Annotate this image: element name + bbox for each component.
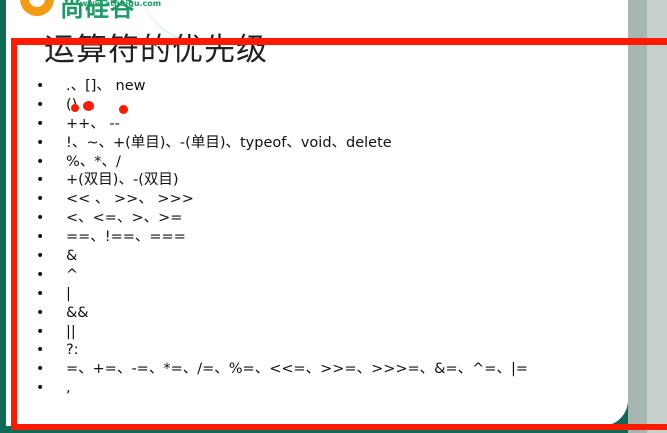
operator-precedence-list: •.、[]、 new•()•++、 --•!、~、+(单目)、-(单目)、typ… bbox=[36, 77, 528, 398]
bullet-icon: • bbox=[36, 96, 45, 113]
list-item: • & bbox=[36, 247, 528, 266]
window-edge-light bbox=[647, 0, 667, 433]
brand-logo: 尚硅谷 www.atguigu.com bbox=[10, 0, 180, 22]
bullet-icon: • bbox=[36, 285, 45, 302]
slide-title: 运算符的优先级 bbox=[44, 32, 268, 68]
bullet-icon: • bbox=[36, 134, 45, 151]
operator-text: =、+=、-=、*=、/=、%=、<<=、>>=、>>>=、&=、^=、|= bbox=[66, 361, 528, 378]
operator-text: !、~、+(单目)、-(单目)、typeof、void、delete bbox=[66, 134, 392, 151]
operator-text: , bbox=[66, 380, 71, 397]
list-item: • ++、 -- bbox=[36, 115, 528, 134]
bullet-icon: • bbox=[36, 115, 45, 132]
list-item: •, bbox=[36, 379, 528, 398]
list-item: • <、<=、>、>= bbox=[36, 209, 528, 228]
list-item: • %、*、/ bbox=[36, 153, 528, 172]
list-item: • =、+=、-=、*=、/=、%=、<<=、>>=、>>>=、&=、^=、|= bbox=[36, 360, 528, 379]
list-item: • << 、 >>、 >>> bbox=[36, 190, 528, 209]
list-item: • && bbox=[36, 304, 528, 323]
annotation-rect-bottom bbox=[11, 424, 667, 430]
bullet-icon: • bbox=[36, 153, 45, 170]
operator-text: ?: bbox=[66, 342, 79, 359]
bullet-icon: • bbox=[36, 210, 45, 227]
list-item: • !、~、+(单目)、-(单目)、typeof、void、delete bbox=[36, 134, 528, 153]
bullet-icon: • bbox=[36, 342, 45, 359]
bullet-icon: • bbox=[36, 172, 45, 189]
list-item: • .、[]、 new bbox=[36, 77, 528, 96]
list-item: • || bbox=[36, 323, 528, 342]
list-item: •() bbox=[36, 96, 528, 115]
bullet-icon: • bbox=[36, 361, 45, 378]
operator-text: & bbox=[66, 248, 78, 265]
list-item: • | bbox=[36, 285, 528, 304]
operator-text: || bbox=[66, 323, 76, 340]
list-item: • ==、!==、=== bbox=[36, 228, 528, 247]
operator-text: << 、 >>、 >>> bbox=[66, 191, 194, 208]
bullet-icon: • bbox=[36, 266, 45, 283]
bullet-icon: • bbox=[36, 248, 45, 265]
logo-url: www.atguigu.com bbox=[80, 0, 162, 8]
operator-text: && bbox=[66, 304, 89, 321]
operator-text: ++、 -- bbox=[66, 115, 120, 132]
bullet-icon: • bbox=[36, 191, 45, 208]
list-item: •?: bbox=[36, 341, 528, 360]
operator-text: %、*、/ bbox=[66, 153, 121, 170]
bullet-icon: • bbox=[36, 304, 45, 321]
operator-text: ^ bbox=[66, 266, 79, 283]
annotation-dot bbox=[71, 104, 79, 112]
operator-text: +(双目)、-(双目) bbox=[66, 172, 179, 189]
operator-text: ==、!==、=== bbox=[66, 229, 186, 246]
operator-text: .、[]、 new bbox=[66, 78, 146, 94]
annotation-rect-top bbox=[11, 38, 667, 45]
bullet-icon: • bbox=[36, 229, 45, 246]
bullet-icon: • bbox=[36, 78, 45, 94]
annotation-rect-left bbox=[11, 38, 17, 428]
operator-text: <、<=、>、>= bbox=[66, 210, 183, 227]
list-item: • ^ bbox=[36, 266, 528, 285]
operator-text: | bbox=[66, 285, 71, 302]
bullet-icon: • bbox=[36, 323, 45, 340]
annotation-dot bbox=[119, 105, 128, 114]
list-item: • +(双目)、-(双目) bbox=[36, 171, 528, 190]
bullet-icon: • bbox=[36, 380, 45, 397]
annotation-dot bbox=[83, 101, 94, 111]
